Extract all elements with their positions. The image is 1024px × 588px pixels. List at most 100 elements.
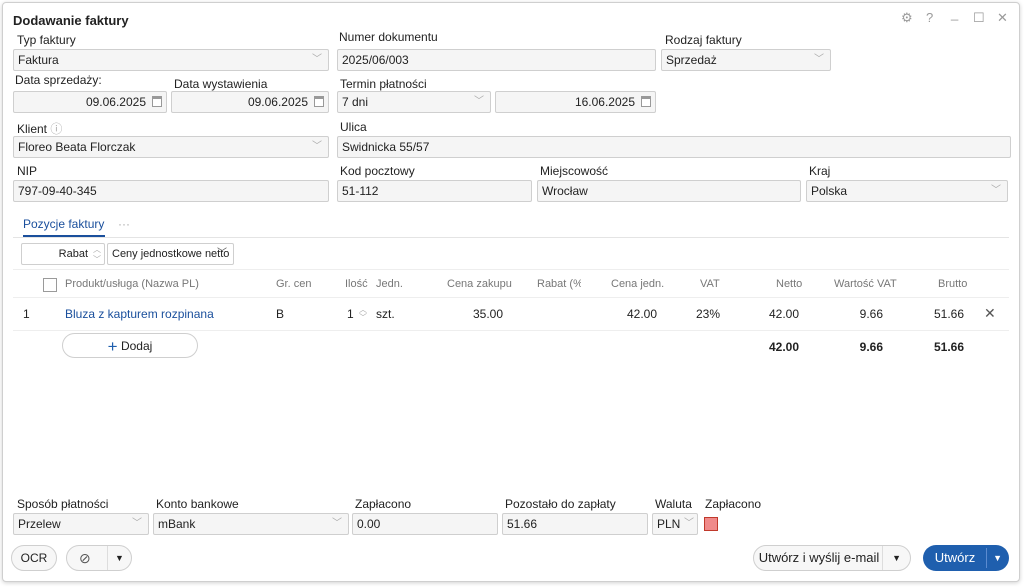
stepper-arrows-icon[interactable]: ︿ ﹀ [93, 245, 101, 264]
konto-bankowe-label: Konto bankowe [156, 497, 239, 511]
create-button[interactable]: Utwórz ▼ [923, 545, 1009, 571]
paid-checkbox[interactable] [704, 517, 718, 531]
table-top-border [13, 269, 1009, 270]
plus-icon: + [107, 337, 118, 356]
row-cena-zakupu[interactable]: 35.00 [423, 307, 503, 321]
termin-platnosci-label: Termin płatności [340, 77, 427, 91]
header-ilosc: Ilość [345, 278, 368, 290]
row-wartosc-vat: 9.66 [859, 307, 883, 321]
data-wystawienia-value: 09.06.2025 [247, 95, 308, 109]
termin-platnosci-select[interactable]: 7 dni ﹀ [337, 91, 491, 113]
klient-select[interactable]: Floreo Beata Florczak ﹀ [13, 136, 329, 158]
nip-field[interactable]: 797-09-40-345 [13, 180, 329, 202]
table-header-border [13, 297, 1009, 298]
settings-icon[interactable]: ⚙ [901, 10, 913, 26]
row-ilosc[interactable]: 1 [347, 307, 354, 321]
miejscowosc-value: Wrocław [542, 184, 588, 198]
konto-bankowe-select[interactable]: mBank ﹀ [153, 513, 349, 535]
ulica-field[interactable]: Swidnicka 55/57 [337, 136, 1011, 158]
numer-dokumentu-value: 2025/06/003 [342, 53, 409, 67]
header-jedn: Jedn. [376, 278, 403, 290]
row-gr-cen[interactable]: B [276, 307, 284, 321]
split-divider [107, 546, 108, 570]
maximize-icon[interactable]: ☐ [973, 10, 985, 26]
total-brutto: 51.66 [933, 340, 964, 354]
numer-dokumentu-label: Numer dokumentu [339, 30, 438, 44]
typ-faktury-select[interactable]: Faktura ﹀ [13, 49, 329, 71]
data-wystawienia-field[interactable]: 09.06.2025 [171, 91, 329, 113]
typ-faktury-value: Faktura [18, 53, 59, 67]
remove-row-icon[interactable]: ✕ [984, 305, 996, 322]
chevron-down-icon: ﹀ [814, 54, 824, 65]
konto-bankowe-value: mBank [158, 517, 196, 531]
rabat-label: Rabat [58, 248, 88, 260]
row-cena-jedn[interactable]: 42.00 [577, 307, 657, 321]
termin-platnosci-date-field[interactable]: 16.06.2025 [495, 91, 656, 113]
rodzaj-faktury-select[interactable]: Sprzedaż ﹀ [661, 49, 831, 71]
nip-value: 797-09-40-345 [18, 184, 97, 198]
header-cena-jedn: Cena jedn. [611, 278, 665, 290]
pozostalo-label: Pozostało do zapłaty [505, 497, 616, 511]
price-mode-select[interactable]: Ceny jednostkowe netto ﹀ [107, 243, 234, 265]
row-vat[interactable]: 23% [696, 307, 720, 321]
ulica-label: Ulica [340, 120, 367, 134]
typ-faktury-label: Typ faktury [17, 33, 76, 47]
ocr-button[interactable]: OCR [11, 545, 57, 571]
chevron-down-icon: ﹀ [312, 141, 322, 152]
help-icon[interactable]: ? [926, 10, 933, 25]
caret-down-icon[interactable]: ▼ [892, 546, 901, 570]
chevron-down-icon: ﹀ [312, 54, 322, 65]
ulica-value: Swidnicka 55/57 [342, 140, 430, 154]
kod-pocztowy-field[interactable]: 51-112 [337, 180, 532, 202]
add-item-button[interactable]: + Dodaj [62, 333, 198, 358]
chevron-down-icon: ﹀ [684, 518, 694, 529]
create-and-send-label: Utwórz i wyślij e-mail [758, 550, 880, 565]
row-product-link[interactable]: Bluza z kapturem rozpinana [65, 307, 214, 321]
calendar-icon[interactable] [152, 96, 162, 107]
info-icon[interactable]: ⓘ [50, 122, 62, 136]
zaplacono-label: Zapłacono [355, 497, 412, 511]
calendar-icon[interactable] [641, 96, 651, 107]
waluta-select[interactable]: PLN ﹀ [652, 513, 698, 535]
sposob-platnosci-select[interactable]: Przelew ﹀ [13, 513, 149, 535]
add-item-label: Dodaj [120, 339, 153, 353]
tab-more[interactable]: ··· [118, 217, 130, 231]
tab-active-indicator [23, 235, 105, 237]
paperclip-icon: ⊘ [79, 550, 91, 566]
sposob-platnosci-value: Przelew [18, 517, 61, 531]
header-gr-cen: Gr. cen [276, 278, 312, 290]
create-and-send-button[interactable]: Utwórz i wyślij e-mail ▼ [753, 545, 911, 571]
klient-label-text: Klient [17, 122, 48, 136]
total-netto: 42.00 [768, 340, 799, 354]
data-wystawienia-label: Data wystawienia [174, 77, 268, 91]
tab-pozycje-faktury[interactable]: Pozycje faktury [23, 217, 104, 231]
caret-down-icon[interactable]: ▼ [993, 545, 1002, 571]
rabat-stepper[interactable]: Rabat ︿ ﹀ [21, 243, 105, 265]
row-netto: 42.00 [768, 307, 799, 321]
quantity-stepper-icon[interactable]: ︿ ﹀ [359, 306, 367, 322]
close-icon[interactable]: ✕ [997, 10, 1008, 26]
data-sprzedazy-label: Data sprzedaży: [15, 73, 102, 87]
calendar-icon[interactable] [314, 96, 324, 107]
kraj-select[interactable]: Polska ﹀ [806, 180, 1008, 202]
split-divider [882, 546, 883, 570]
minimize-icon[interactable]: _ [951, 6, 958, 21]
miejscowosc-field[interactable]: Wrocław [537, 180, 801, 202]
row-brutto: 51.66 [933, 307, 964, 321]
chevron-down-icon: ﹀ [991, 185, 1001, 196]
row-jedn[interactable]: szt. [376, 307, 395, 321]
attachment-button[interactable]: ⊘ ▼ [66, 545, 132, 571]
price-mode-value: Ceny jednostkowe netto [112, 248, 230, 260]
klient-value: Floreo Beata Florczak [18, 140, 136, 154]
numer-dokumentu-field[interactable]: 2025/06/003 [337, 49, 656, 71]
termin-platnosci-date: 16.06.2025 [574, 95, 635, 109]
caret-down-icon[interactable]: ▼ [115, 546, 124, 570]
termin-platnosci-value: 7 dni [342, 95, 369, 109]
data-sprzedazy-value: 09.06.2025 [85, 95, 146, 109]
header-wartosc-vat: Wartość VAT [834, 278, 897, 290]
chevron-down-icon: ﹀ [217, 248, 227, 259]
select-all-checkbox[interactable] [43, 278, 57, 292]
pozostalo-value: 51.66 [507, 517, 538, 531]
data-sprzedazy-field[interactable]: 09.06.2025 [13, 91, 167, 113]
zaplacono-field[interactable]: 0.00 [352, 513, 498, 535]
